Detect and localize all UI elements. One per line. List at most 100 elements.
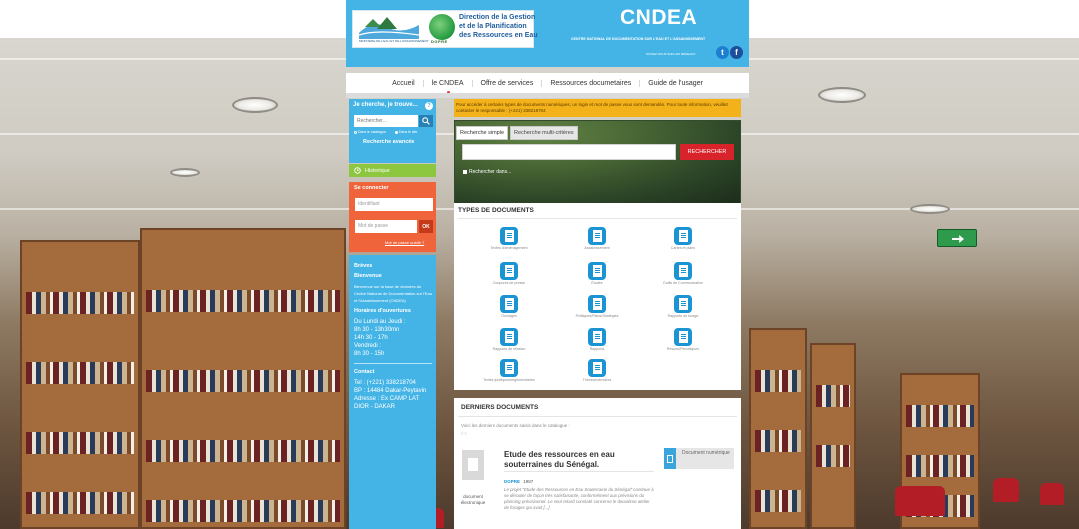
- doc-type-item[interactable]: Revues/Périodiques: [643, 328, 723, 351]
- latest-title: DERNIERS DOCUMENTS: [461, 404, 539, 411]
- dgpre-logo[interactable]: MINISTÈRE DE L'EAU ET DE L'ASSAINISSEMEN…: [352, 10, 538, 48]
- main-search-button[interactable]: RECHERCHER: [680, 144, 734, 160]
- document-icon: [588, 295, 606, 313]
- document-thumbnail-icon[interactable]: [462, 450, 484, 480]
- search-button[interactable]: [419, 115, 433, 127]
- nav-item-offre[interactable]: Offre de services: [473, 79, 543, 87]
- quick-search-panel: Je cherche, je trouve... ? Dans le catal…: [349, 99, 436, 163]
- doc-type-label: Politiques/Plans/Stratégies: [575, 314, 619, 318]
- main-search-input[interactable]: [462, 144, 676, 160]
- horaires-slot-3: 8h 30 - 15h: [354, 351, 385, 357]
- doc-type-item[interactable]: Cartes et plans: [643, 227, 723, 250]
- tab-multi-criteria[interactable]: Recherche multi-critères: [510, 126, 578, 140]
- doc-type-item[interactable]: Rapports de mission: [469, 328, 549, 351]
- contact-tel: Tel : (+221) 338218704: [354, 380, 416, 386]
- nav-item-guide[interactable]: Guide de l'usager: [640, 80, 711, 87]
- site-header: MINISTÈRE DE L'EAU ET DE L'ASSAINISSEMEN…: [346, 0, 749, 67]
- help-icon[interactable]: ?: [425, 102, 433, 110]
- doc-type-label: Rapports: [589, 347, 605, 351]
- chair: [1040, 483, 1064, 505]
- ceiling-lamp: [232, 97, 278, 113]
- document-types-panel: TYPES DE DOCUMENTS Textes d'aménagement …: [454, 203, 741, 390]
- latest-documents-panel: DERNIERS DOCUMENTS Voici les derniers do…: [454, 398, 741, 529]
- tab-simple-search[interactable]: Recherche simple: [456, 126, 509, 140]
- exit-sign-icon: [937, 229, 977, 247]
- document-icon: [500, 295, 518, 313]
- nav-item-cndea[interactable]: le CNDEA: [424, 79, 473, 94]
- doc-type-label: Outils de Communication: [662, 281, 704, 285]
- contact-heading: Contact: [354, 369, 375, 375]
- dgpre-emblem-icon: [429, 14, 455, 40]
- document-icon: [588, 359, 606, 377]
- twitter-icon[interactable]: t: [716, 46, 729, 59]
- bookshelf: [140, 228, 346, 529]
- bookshelf: [20, 240, 140, 529]
- doc-type-item[interactable]: Textes d'aménagement: [469, 227, 549, 250]
- nav-item-ressources[interactable]: Ressources documetaires: [542, 79, 641, 87]
- doc-type-item[interactable]: Rapports de forage: [643, 295, 723, 318]
- search-in-toggle[interactable]: Rechercher dans...: [463, 169, 511, 175]
- record-year: 1987: [523, 479, 534, 484]
- site-container: MINISTÈRE DE L'EAU ET DE L'ASSAINISSEMEN…: [346, 0, 749, 529]
- site-title[interactable]: CNDEA: [620, 6, 697, 30]
- nav-item-accueil[interactable]: Accueil: [384, 79, 424, 87]
- document-icon: [674, 262, 692, 280]
- chair: [895, 486, 945, 516]
- site-subtitle: CENTRE NATIONAL DE DOCUMENTATION SUR L'E…: [571, 37, 706, 41]
- doc-type-label: Coupures de presse: [492, 281, 526, 285]
- document-icon: [674, 328, 692, 346]
- username-field[interactable]: Identifiant: [355, 198, 433, 211]
- quick-search-input[interactable]: [354, 115, 418, 127]
- doc-type-label: Rapports de mission: [492, 347, 526, 351]
- doc-type-label: Assainissement: [584, 246, 610, 250]
- horaires-heading: Horaires d'ouvertures: [354, 308, 411, 314]
- forgot-password-link[interactable]: Mot de passe oublié ?: [385, 240, 424, 245]
- logo-ministry-label: MINISTÈRE DE L'EAU ET DE L'ASSAINISSEMEN…: [359, 39, 429, 43]
- doc-type-item[interactable]: Études: [557, 262, 637, 285]
- radio-site-label: Dans le site: [399, 130, 418, 134]
- rss-feed-icon[interactable]: ≡ ≡: [461, 431, 467, 436]
- bienvenue-text: Bienvenue sur la base de données du Cent…: [354, 284, 432, 303]
- doc-type-item[interactable]: Outils de Communication: [643, 262, 723, 285]
- doc-type-label: Cartes et plans: [670, 246, 696, 250]
- advanced-search-link[interactable]: Recherche avancée: [363, 139, 414, 145]
- password-field[interactable]: Mot de passe: [355, 220, 417, 233]
- divider: [458, 416, 737, 417]
- doc-type-item[interactable]: Rapports: [557, 328, 637, 351]
- horaires-slot-1: 8h 30 - 13h30mn: [354, 327, 400, 333]
- contact-address: Adresse : Ex CAMP LAT DIOR - DAKAR: [354, 396, 420, 410]
- ceiling-lamp: [910, 204, 950, 214]
- info-panel: Brèves Bienvenue Bienvenue sur la base d…: [349, 255, 436, 529]
- radio-site[interactable]: Dans le site: [395, 130, 417, 134]
- horaires-days-2: Vendredi :: [354, 343, 382, 349]
- digital-document-badge[interactable]: Document numérique: [664, 448, 734, 469]
- divider: [354, 363, 432, 364]
- doc-type-item[interactable]: Politiques/Plans/Stratégies: [557, 295, 637, 318]
- radio-catalogue[interactable]: Dans le catalogue: [354, 130, 386, 134]
- access-notice: Pour accéder à certains types de documen…: [454, 99, 741, 117]
- logo-text: Direction de la Gestion et de la Planifi…: [459, 14, 538, 39]
- record-doc-type: document électronique: [460, 494, 486, 505]
- history-link[interactable]: Historique: [349, 164, 436, 177]
- record-title[interactable]: Etude des ressources en eau souterraines…: [504, 450, 654, 470]
- doc-type-item[interactable]: Assainissement: [557, 227, 637, 250]
- login-ok-button[interactable]: OK: [419, 220, 433, 233]
- doc-type-label: Thèses/mémoires: [582, 378, 612, 382]
- facebook-icon[interactable]: f: [730, 46, 743, 59]
- history-label: Historique: [365, 167, 390, 174]
- record-author[interactable]: DGPRE: [504, 479, 520, 484]
- radio-catalogue-label: Dans le catalogue: [358, 130, 387, 134]
- doc-type-item[interactable]: Thèses/mémoires: [557, 359, 637, 382]
- horaires-days: Du Lundi au Jeudi :: [354, 319, 406, 325]
- doc-type-label: Revues/Périodiques: [666, 347, 700, 351]
- login-title: Se connecter: [354, 185, 389, 191]
- main-nav: Accueil le CNDEA Offre de services Resso…: [346, 73, 749, 94]
- doc-type-item[interactable]: Coupures de presse: [469, 262, 549, 285]
- doc-type-item[interactable]: Textes juridiques/règlementaires: [469, 359, 549, 382]
- contact-bp: BP : 14484 Dakar-Peytavin: [354, 388, 427, 394]
- bookshelf: [810, 343, 856, 529]
- bienvenue-heading: Bienvenue: [354, 273, 382, 279]
- doc-type-item[interactable]: Ouvrages: [469, 295, 549, 318]
- breves-heading[interactable]: Brèves: [354, 263, 432, 269]
- chair: [993, 478, 1019, 502]
